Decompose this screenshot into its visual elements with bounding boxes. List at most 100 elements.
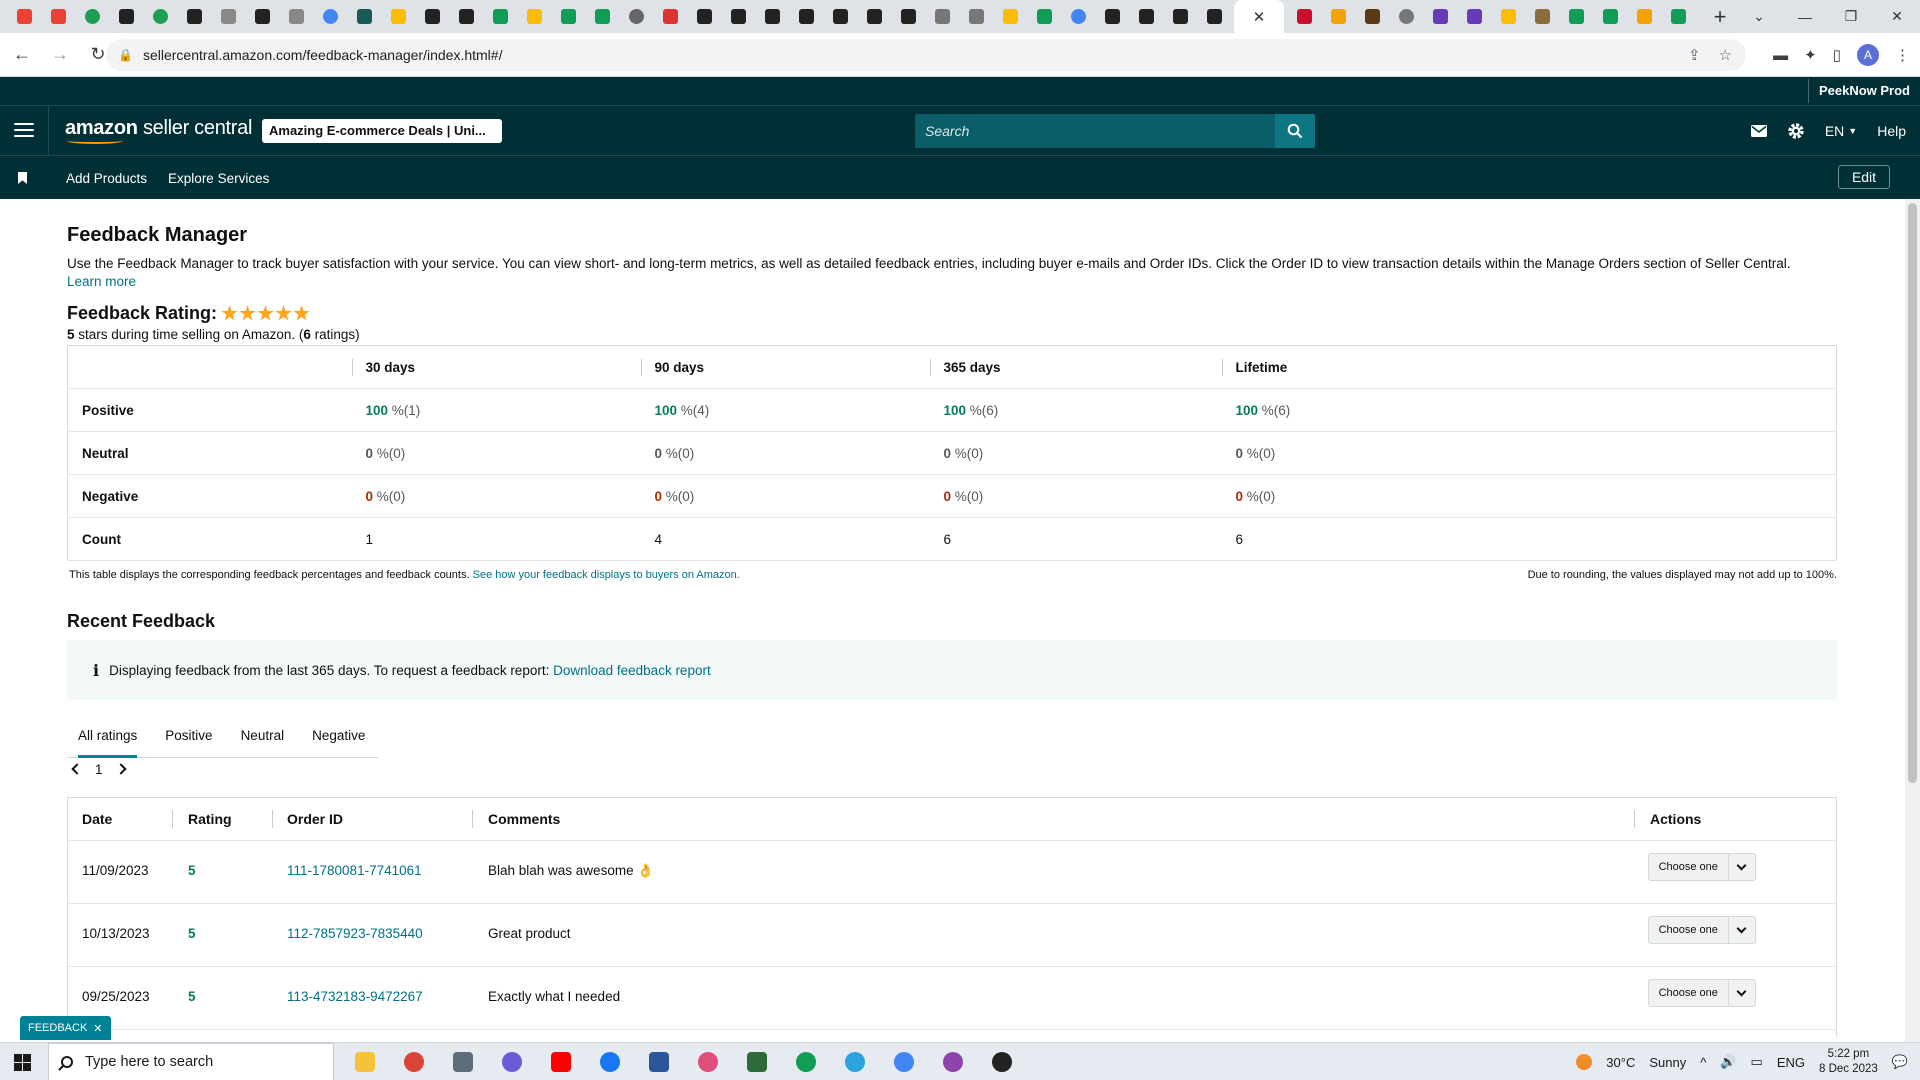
weather-icon[interactable] — [1576, 1054, 1593, 1070]
close-icon[interactable]: ✕ — [1874, 0, 1920, 33]
tab-drive[interactable] — [996, 3, 1024, 31]
tab-amazon[interactable] — [1098, 3, 1126, 31]
snipping-tool-icon[interactable] — [693, 1047, 723, 1077]
tab-active[interactable]: ✕ — [1234, 0, 1284, 33]
tab-drive[interactable] — [384, 3, 412, 31]
tab-sheets[interactable] — [1596, 3, 1624, 31]
tab-search-icon[interactable]: ⌄ — [1736, 0, 1782, 33]
tab-extension[interactable] — [350, 3, 378, 31]
tab-amazon[interactable] — [792, 3, 820, 31]
tab-amazon[interactable] — [180, 3, 208, 31]
tab-site[interactable] — [1290, 3, 1318, 31]
order-id-link[interactable]: 113-4732183-9472267 — [287, 989, 423, 1004]
address-bar[interactable]: 🔒 sellercentral.amazon.com/feedback-mana… — [106, 39, 1746, 71]
telegram-icon[interactable] — [840, 1047, 870, 1077]
tab-site[interactable] — [622, 3, 650, 31]
tab-amazon[interactable] — [452, 3, 480, 31]
feedback-display-link[interactable]: See how your feedback displays to buyers… — [473, 569, 740, 581]
menu-icon[interactable] — [14, 119, 34, 141]
share-icon[interactable]: ⇪ — [1688, 46, 1701, 64]
tab-drive[interactable] — [1494, 3, 1522, 31]
puzzle-icon[interactable]: ✦ — [1804, 46, 1817, 64]
facebook-icon[interactable] — [595, 1047, 625, 1077]
tab-positive[interactable]: Positive — [165, 714, 212, 758]
sticky-notes-icon[interactable] — [742, 1047, 772, 1077]
tab-gmail[interactable] — [10, 3, 38, 31]
mail-icon[interactable] — [1750, 125, 1767, 137]
chrome-icon[interactable] — [889, 1047, 919, 1077]
edit-button[interactable]: Edit — [1838, 165, 1890, 189]
chrome-icon[interactable] — [399, 1047, 429, 1077]
tab-amazon[interactable] — [826, 3, 854, 31]
chevron-up-icon[interactable]: ^ — [1700, 1055, 1706, 1070]
tab-amazon[interactable] — [758, 3, 786, 31]
youtube-icon[interactable] — [546, 1047, 576, 1077]
media-player-icon[interactable] — [987, 1047, 1017, 1077]
tab-amazon[interactable] — [894, 3, 922, 31]
order-id-link[interactable]: 112-7857923-7835440 — [287, 926, 423, 941]
tab-amazon[interactable] — [1200, 3, 1228, 31]
chrome-icon[interactable] — [791, 1047, 821, 1077]
maximize-icon[interactable]: ❐ — [1828, 0, 1874, 33]
app-icon[interactable] — [497, 1047, 527, 1077]
seller-central-logo[interactable]: amazon seller central — [65, 117, 252, 144]
tab-site[interactable] — [962, 3, 990, 31]
tab-amazon[interactable] — [112, 3, 140, 31]
learn-more-link[interactable]: Learn more — [67, 274, 136, 289]
tab-sheets[interactable] — [1562, 3, 1590, 31]
bookmark-icon[interactable] — [18, 172, 27, 184]
store-icon[interactable] — [644, 1047, 674, 1077]
new-tab-button[interactable]: + — [1706, 4, 1734, 30]
forward-icon[interactable]: → — [44, 39, 76, 71]
download-feedback-report-link[interactable]: Download feedback report — [553, 663, 711, 678]
tab-sheets[interactable] — [554, 3, 582, 31]
close-icon[interactable]: ✕ — [93, 1022, 102, 1035]
language-selector[interactable]: EN ▼ — [1825, 123, 1857, 139]
calculator-icon[interactable] — [448, 1047, 478, 1077]
actions-dropdown[interactable]: Choose one — [1648, 979, 1756, 1007]
weather-condition[interactable]: Sunny — [1649, 1055, 1686, 1070]
order-id-link[interactable]: 111-1780081-7741061 — [287, 863, 422, 878]
tab-gmail[interactable] — [44, 3, 72, 31]
tab-drive[interactable] — [520, 3, 548, 31]
search-button[interactable] — [1275, 114, 1315, 148]
store-selector[interactable]: Amazing E-commerce Deals | Uni... — [262, 119, 502, 143]
tab-ups[interactable] — [1358, 3, 1386, 31]
gear-icon[interactable] — [1787, 122, 1805, 140]
tab-site[interactable] — [1392, 3, 1420, 31]
actions-dropdown[interactable]: Choose one — [1648, 853, 1756, 881]
url-text[interactable]: sellercentral.amazon.com/feedback-manage… — [143, 47, 503, 63]
profile-avatar[interactable]: A — [1857, 44, 1879, 66]
extension-icon[interactable]: ▬ — [1773, 47, 1788, 64]
taskbar-search[interactable]: Type here to search — [48, 1043, 334, 1080]
lock-icon[interactable]: 🔒 — [118, 48, 133, 62]
file-explorer-icon[interactable] — [350, 1047, 380, 1077]
next-page-icon[interactable] — [114, 763, 127, 775]
tab-site[interactable] — [1064, 3, 1092, 31]
tab-neutral[interactable]: Neutral — [241, 714, 285, 758]
search-input[interactable] — [915, 114, 1275, 148]
tab-forms[interactable] — [1460, 3, 1488, 31]
tab-close-icon[interactable]: ✕ — [1253, 8, 1266, 26]
tab-all-ratings[interactable]: All ratings — [78, 714, 138, 758]
help-link[interactable]: Help — [1877, 123, 1906, 139]
clock[interactable]: 5:22 pm 8 Dec 2023 — [1819, 1047, 1878, 1077]
tab-amazon[interactable] — [690, 3, 718, 31]
tab-wix[interactable] — [282, 3, 310, 31]
previous-page-icon[interactable] — [71, 763, 83, 775]
tab-amazon[interactable] — [248, 3, 276, 31]
tab-amazon[interactable] — [1166, 3, 1194, 31]
volume-icon[interactable]: 🔊 — [1720, 1054, 1736, 1070]
notifications-icon[interactable]: 💬 — [1892, 1054, 1908, 1070]
tab-site[interactable] — [1630, 3, 1658, 31]
tab-site[interactable] — [1528, 3, 1556, 31]
tab-amazon[interactable] — [418, 3, 446, 31]
minimize-icon[interactable]: — — [1782, 0, 1828, 33]
tab-sheets[interactable] — [588, 3, 616, 31]
nav-explore-services[interactable]: Explore Services — [168, 171, 269, 186]
tab-sheets[interactable] — [1664, 3, 1692, 31]
feedback-widget-tab[interactable]: FEEDBACK ✕ — [20, 1016, 111, 1040]
tab-site[interactable] — [656, 3, 684, 31]
tab-sheets[interactable] — [486, 3, 514, 31]
windows-start-icon[interactable] — [14, 1054, 31, 1071]
